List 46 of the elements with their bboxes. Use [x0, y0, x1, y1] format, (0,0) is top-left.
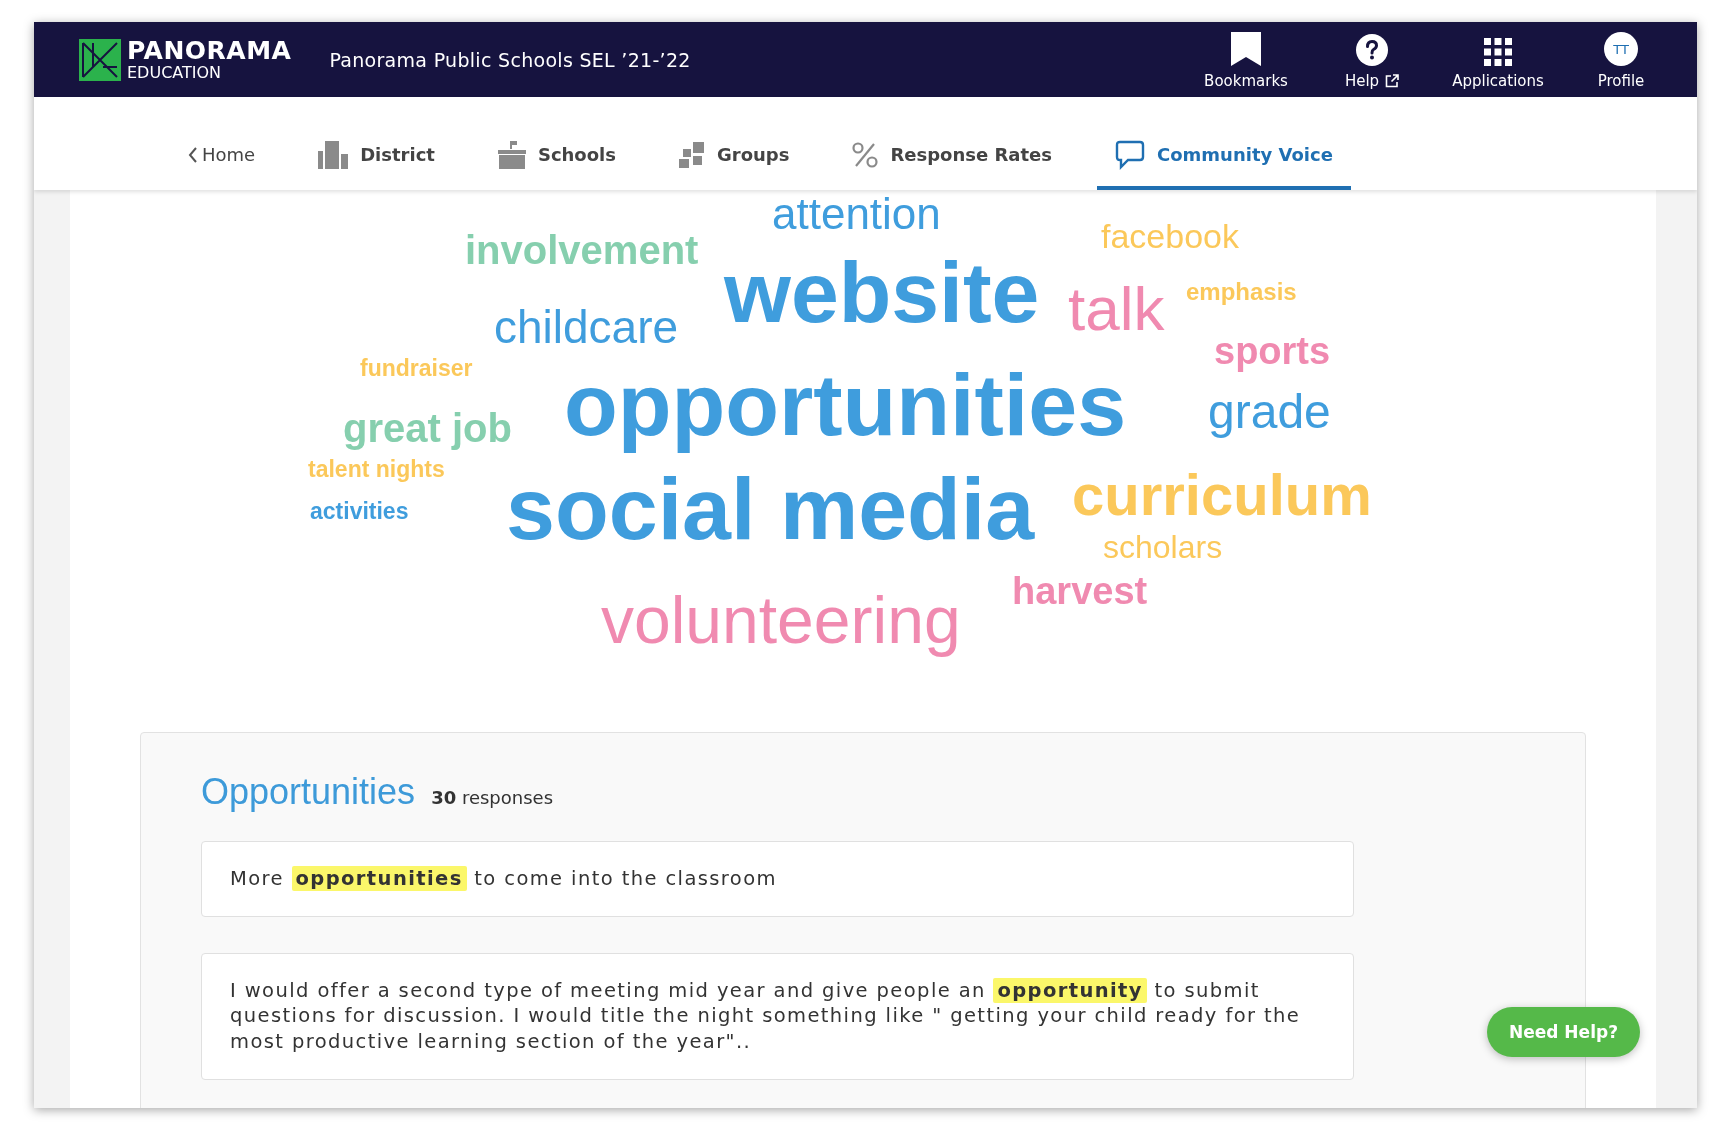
cloud-word[interactable]: involvement	[465, 230, 699, 270]
header-action-link[interactable]: Help	[1309, 22, 1435, 97]
cloud-word[interactable]: facebook	[1101, 219, 1239, 254]
logo-subtitle: EDUCATION	[127, 65, 223, 81]
cloud-word[interactable]: grade	[1208, 387, 1331, 436]
response-count: 30 responses	[431, 787, 554, 808]
cloud-word[interactable]: emphasis	[1186, 279, 1297, 304]
cloud-word[interactable]: talk	[1068, 277, 1165, 340]
cloud-word[interactable]: fundraiser	[360, 357, 473, 381]
avatar: TT	[1604, 32, 1638, 66]
response-item: I would offer a second type of meeting mid year and give people an opportunity to submit questions for discussion. I would title the night something like " getting your child ready for the most productive learning section of the year"..	[201, 952, 1354, 1080]
blocks-icon	[679, 141, 705, 168]
percent-icon	[852, 141, 879, 168]
cloud-word[interactable]: great job	[343, 408, 512, 448]
nav-tab[interactable]: Groups	[661, 97, 808, 190]
grid-icon	[1484, 38, 1512, 66]
cloud-word[interactable]: curriculum	[1072, 466, 1372, 525]
cloud-word[interactable]: childcare	[494, 303, 679, 350]
cloud-word[interactable]: sports	[1214, 332, 1331, 371]
header-action-link[interactable]: TT Profile	[1561, 22, 1681, 97]
speech-bubble-icon	[1115, 139, 1145, 170]
building-icon	[318, 140, 349, 169]
school-icon	[497, 140, 526, 169]
nav-tab[interactable]: District	[300, 97, 453, 190]
cloud-word[interactable]: activities	[310, 500, 409, 524]
theme-title: Opportunities	[201, 771, 416, 813]
cloud-word[interactable]: scholars	[1103, 531, 1223, 564]
nav-tab[interactable]: Response Rates	[834, 97, 1070, 190]
cloud-word[interactable]: website	[724, 248, 1040, 335]
logo-name: PANORAMA	[127, 38, 292, 63]
header-action-link[interactable]: Bookmarks	[1183, 22, 1309, 97]
cloud-word[interactable]: talent nights	[308, 458, 445, 482]
chevron-left-icon	[188, 146, 197, 163]
nav-tab[interactable]: Home	[170, 97, 274, 190]
external-link-icon	[1385, 74, 1400, 88]
cloud-word[interactable]: harvest	[1012, 572, 1148, 611]
cloud-word[interactable]: social media	[506, 464, 1035, 553]
survey-title: Panorama Public Schools SEL ’21-’22	[329, 48, 691, 71]
cloud-word[interactable]: attention	[772, 191, 941, 236]
header-action-link[interactable]: Applications	[1435, 22, 1561, 97]
bookmark-icon	[1229, 32, 1263, 66]
need-help-button[interactable]: Need Help?	[1487, 1007, 1640, 1057]
nav-tab[interactable]: Schools	[479, 97, 634, 190]
response-item: More opportunities to come into the classroom	[201, 841, 1354, 917]
logo-icon	[79, 38, 121, 81]
help-icon	[1356, 34, 1388, 66]
